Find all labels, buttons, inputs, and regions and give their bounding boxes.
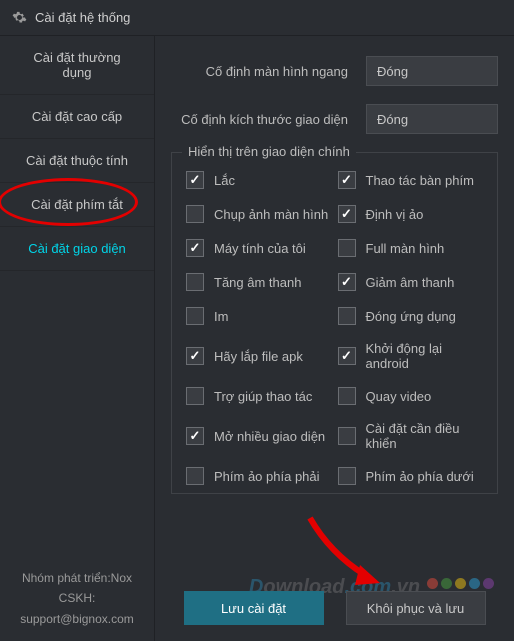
checkbox-label: Tăng âm thanh bbox=[214, 275, 301, 290]
sidebar-item-properties[interactable]: Cài đặt thuộc tính bbox=[0, 139, 154, 183]
select-fixed-size[interactable]: Đóng bbox=[366, 104, 498, 134]
checkbox[interactable] bbox=[186, 273, 204, 291]
checkbox-item-14[interactable]: Mở nhiều giao diện bbox=[186, 421, 332, 451]
checkbox-item-4[interactable]: Máy tính của tôi bbox=[186, 239, 332, 257]
checkbox[interactable] bbox=[186, 239, 204, 257]
button-bar: Lưu cài đặt Khôi phục và lưu bbox=[155, 591, 514, 625]
row-fixed-landscape: Cố định màn hình ngang Đóng bbox=[171, 56, 498, 86]
checkbox-item-2[interactable]: Chụp ảnh màn hình bbox=[186, 205, 332, 223]
checkbox[interactable] bbox=[338, 239, 356, 257]
row-fixed-size: Cố định kích thước giao diện Đóng bbox=[171, 104, 498, 134]
checkbox-item-7[interactable]: Giảm âm thanh bbox=[338, 273, 484, 291]
checkbox[interactable] bbox=[186, 347, 204, 365]
checkbox-item-13[interactable]: Quay video bbox=[338, 387, 484, 405]
checkbox-label: Im bbox=[214, 309, 228, 324]
checkbox[interactable] bbox=[338, 467, 356, 485]
checkbox-item-16[interactable]: Phím ảo phía phải bbox=[186, 467, 332, 485]
checkbox-label: Lắc bbox=[214, 173, 235, 188]
checkbox-item-11[interactable]: Khởi động lại android bbox=[338, 341, 484, 371]
sidebar-footer: Nhóm phát triển:Nox CSKH: support@bignox… bbox=[0, 556, 154, 641]
sidebar-item-interface[interactable]: Cài đặt giao diện bbox=[0, 227, 154, 271]
checkbox-label: Thao tác bàn phím bbox=[366, 173, 474, 188]
checkbox[interactable] bbox=[186, 307, 204, 325]
sidebar: Cài đặt thường dụng Cài đặt cao cấp Cài … bbox=[0, 36, 155, 641]
checkbox-item-0[interactable]: Lắc bbox=[186, 171, 332, 189]
checkbox-label: Phím ảo phía phải bbox=[214, 469, 320, 484]
display-fieldset: Hiển thị trên giao diện chính LắcThao tá… bbox=[171, 152, 498, 494]
checkbox-label: Định vị ảo bbox=[366, 207, 424, 222]
checkbox-label: Đóng ứng dụng bbox=[366, 309, 456, 324]
gear-icon bbox=[12, 10, 27, 25]
checkbox-item-1[interactable]: Thao tác bàn phím bbox=[338, 171, 484, 189]
window-title: Cài đặt hệ thống bbox=[35, 10, 130, 25]
sidebar-item-general[interactable]: Cài đặt thường dụng bbox=[0, 36, 154, 95]
checkbox-label: Phím ảo phía dưới bbox=[366, 469, 474, 484]
checkbox-item-17[interactable]: Phím ảo phía dưới bbox=[338, 467, 484, 485]
fieldset-legend: Hiển thị trên giao diện chính bbox=[182, 144, 356, 159]
checkbox[interactable] bbox=[338, 387, 356, 405]
checkbox-label: Quay video bbox=[366, 389, 432, 404]
checkbox-item-8[interactable]: Im bbox=[186, 307, 332, 325]
checkbox-label: Khởi động lại android bbox=[366, 341, 484, 371]
checkbox-label: Mở nhiều giao diện bbox=[214, 429, 325, 444]
checkbox-item-12[interactable]: Trợ giúp thao tác bbox=[186, 387, 332, 405]
checkbox-item-15[interactable]: Cài đặt cần điều khiển bbox=[338, 421, 484, 451]
checkbox[interactable] bbox=[186, 387, 204, 405]
sidebar-item-shortcuts[interactable]: Cài đặt phím tắt bbox=[0, 183, 154, 227]
checkbox-label: Giảm âm thanh bbox=[366, 275, 455, 290]
checkbox[interactable] bbox=[338, 205, 356, 223]
window-header: Cài đặt hệ thống bbox=[0, 0, 514, 36]
checkbox[interactable] bbox=[186, 467, 204, 485]
checkbox-item-9[interactable]: Đóng ứng dụng bbox=[338, 307, 484, 325]
checkbox[interactable] bbox=[186, 171, 204, 189]
checkbox-label: Máy tính của tôi bbox=[214, 241, 306, 256]
restore-button[interactable]: Khôi phục và lưu bbox=[346, 591, 486, 625]
checkbox-item-5[interactable]: Full màn hình bbox=[338, 239, 484, 257]
checkbox[interactable] bbox=[338, 307, 356, 325]
checkbox-label: Trợ giúp thao tác bbox=[214, 389, 312, 404]
checkbox-label: Cài đặt cần điều khiển bbox=[366, 421, 484, 451]
checkbox-item-6[interactable]: Tăng âm thanh bbox=[186, 273, 332, 291]
checkbox-label: Full màn hình bbox=[366, 241, 445, 256]
main-panel: Cố định màn hình ngang Đóng Cố định kích… bbox=[155, 36, 514, 641]
checkbox[interactable] bbox=[338, 171, 356, 189]
checkbox[interactable] bbox=[338, 273, 356, 291]
checkbox[interactable] bbox=[338, 427, 356, 445]
save-button[interactable]: Lưu cài đặt bbox=[184, 591, 324, 625]
checkbox-label: Hãy lắp file apk bbox=[214, 349, 303, 364]
checkbox[interactable] bbox=[186, 427, 204, 445]
checkbox-item-10[interactable]: Hãy lắp file apk bbox=[186, 341, 332, 371]
checkbox[interactable] bbox=[338, 347, 356, 365]
select-fixed-landscape[interactable]: Đóng bbox=[366, 56, 498, 86]
watermark-dots bbox=[427, 578, 494, 589]
checkbox-item-3[interactable]: Định vị ảo bbox=[338, 205, 484, 223]
checkbox-label: Chụp ảnh màn hình bbox=[214, 207, 328, 222]
checkbox[interactable] bbox=[186, 205, 204, 223]
arrow-annotation bbox=[300, 513, 400, 593]
sidebar-item-advanced[interactable]: Cài đặt cao cấp bbox=[0, 95, 154, 139]
